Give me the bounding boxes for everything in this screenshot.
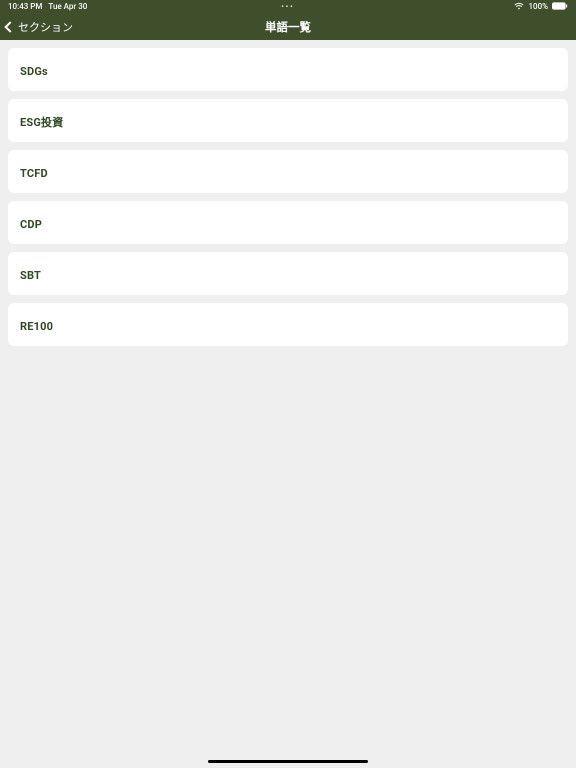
list-item[interactable]: TCFD [8,150,568,193]
list-item[interactable]: SBT [8,252,568,295]
battery-icon [552,2,568,12]
list-item-label: SBT [20,269,41,282]
list-item-label: CDP [20,218,42,231]
status-right: 100% [514,2,568,12]
list-item[interactable]: RE100 [8,303,568,346]
status-bar: 10:43 PM Tue Apr 30 ••• 100% [0,0,576,13]
list-item[interactable]: ESG投資 [8,99,568,142]
page-title: 単語一覧 [265,19,311,35]
status-battery: 100% [528,2,548,11]
list-item-label: TCFD [20,167,48,180]
list-item[interactable]: CDP [8,201,568,244]
nav-bar: セクション 単語一覧 [0,13,576,40]
list-item-label: RE100 [20,320,53,333]
status-date: Tue Apr 30 [48,2,87,11]
status-left: 10:43 PM Tue Apr 30 [8,2,87,11]
home-indicator[interactable] [208,760,368,763]
list-item-label: SDGs [20,65,48,78]
list-item[interactable]: SDGs [8,48,568,91]
wifi-icon [514,2,524,12]
status-center-dots: ••• [281,3,294,11]
list-item-label: ESG投資 [20,116,63,129]
chevron-left-icon [4,21,15,32]
status-time: 10:43 PM [8,2,42,11]
back-label: セクション [18,19,73,35]
content-list: SDGs ESG投資 TCFD CDP SBT RE100 [0,40,576,362]
back-button[interactable]: セクション [0,19,73,35]
